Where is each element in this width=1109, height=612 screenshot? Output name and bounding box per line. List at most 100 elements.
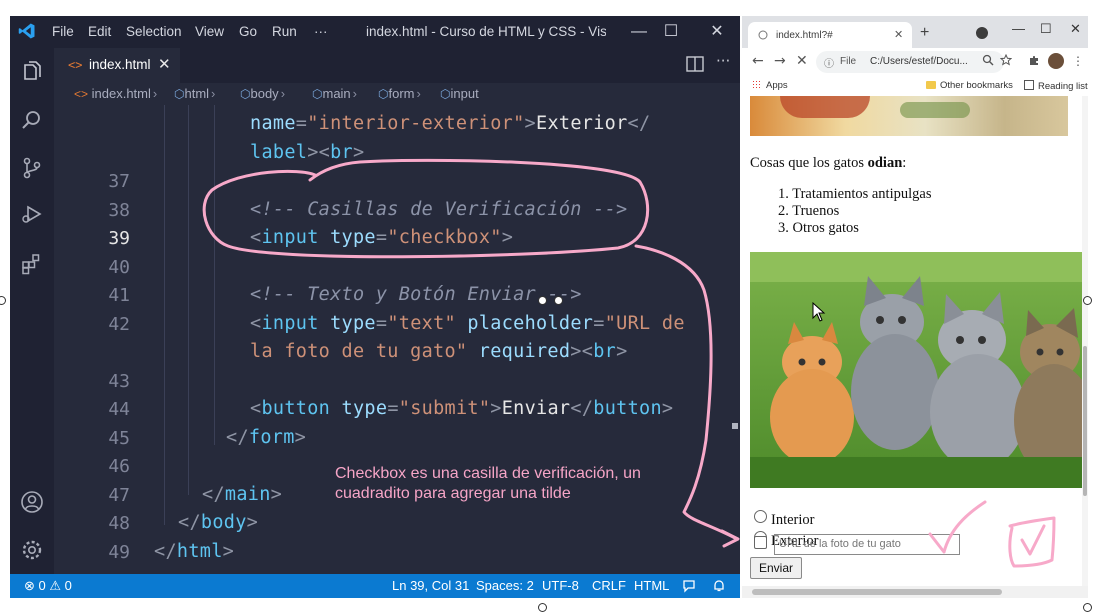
tab-index-html[interactable]: <> index.html ✕ [54,48,180,83]
code-token: = [387,398,399,419]
code-token: > [222,540,235,562]
bookmark-star-icon[interactable] [1000,54,1012,66]
resize-handle[interactable] [1083,603,1092,612]
browser-menu-icon[interactable]: ⋮ [1072,54,1084,68]
breadcrumb: <> index.html › ⬡html › ⬡body › ⬡main › ⬡for… [54,83,740,105]
browser-maximize-button[interactable]: ☐ [1040,21,1052,37]
annotation-note: Checkbox es una casilla de verificación,… [335,465,641,502]
back-button[interactable]: ← [752,53,764,69]
site-info-icon[interactable]: ⓘ [824,55,834,70]
encoding-status[interactable]: UTF-8 [542,578,579,593]
address-bar[interactable]: ⓘ File C:/Users/estef/Docu... [816,51,1004,73]
other-bookmarks[interactable]: Other bookmarks [926,80,1013,91]
minimize-button[interactable]: — [624,19,654,45]
list-item: 3. Otros gatos [778,220,859,236]
resize-handle[interactable] [538,603,547,612]
hate-bold: odian [867,155,903,171]
indentation-status[interactable]: Spaces: 2 [476,578,534,593]
reading-list[interactable]: Reading list [1024,80,1088,92]
code-token: = [375,312,388,334]
breadcrumb-main[interactable]: ⬡main › [312,86,359,101]
submit-button[interactable]: Enviar [750,557,802,579]
menu-edit[interactable]: Edit [88,24,111,39]
eol-status[interactable]: CRLF [592,578,626,593]
element-icon: ⬡ [240,87,251,101]
menu-go[interactable]: Go [239,24,257,39]
breadcrumb-html[interactable]: ⬡html › [174,86,217,101]
code-token: > [307,141,319,163]
tab-close-icon[interactable]: ✕ [158,55,171,73]
radio-interior-row[interactable]: Interior [754,510,814,529]
code-token: > [661,398,674,419]
stop-loading-button[interactable]: ✕ [796,53,808,69]
breadcrumb-input[interactable]: ⬡input [440,86,479,101]
forward-button[interactable]: → [774,53,786,69]
code-token: type [330,227,376,248]
browser-tab[interactable]: index.html?# ✕ [748,22,912,48]
checkbox[interactable] [754,536,767,549]
code-token: > [616,341,628,362]
web-page-content: Cosas que los gatos odian: 1. Tratamient… [742,96,1082,586]
line-number: 41 [108,285,130,306]
notifications-bell-icon[interactable] [712,579,726,593]
breadcrumb-body[interactable]: ⬡body › [240,86,287,101]
resize-handle[interactable] [1083,296,1092,305]
problems-indicator[interactable]: ⊗ 0 ⚠ 0 [24,578,72,594]
apps-bookmark[interactable]: Apps [752,80,788,91]
line-number: 37 [108,171,130,192]
search-icon[interactable] [20,108,44,132]
line-number: 47 [108,484,130,506]
manage-gear-icon[interactable] [20,538,44,562]
resize-handle[interactable] [0,296,6,305]
bookmarks-bar: Apps Other bookmarks Reading list [742,76,1088,97]
browser-minimize-button[interactable]: — [1012,21,1025,36]
run-debug-icon[interactable] [20,202,44,226]
browser-close-button[interactable]: ✕ [1070,21,1081,37]
indent-guide [214,105,215,445]
element-icon: ⬡ [312,87,323,101]
accounts-icon[interactable] [20,490,44,514]
indent-guide [188,105,189,495]
explorer-icon[interactable] [20,60,44,84]
close-window-button[interactable]: ✕ [702,19,732,45]
editor-scrollbar[interactable] [732,423,738,429]
code-token: placeholder [467,312,594,334]
code-token: main [224,483,271,505]
menu-view[interactable]: View [195,24,224,39]
feedback-icon[interactable] [682,579,696,593]
code-token: </ [226,426,249,448]
menu-selection[interactable]: Selection [126,24,182,39]
new-tab-button[interactable]: + [920,24,929,42]
page-vertical-scrollbar[interactable] [1082,96,1088,586]
maximize-button[interactable]: ☐ [656,19,686,45]
more-actions-icon[interactable]: ··· [716,52,730,70]
zoom-icon[interactable] [982,54,994,66]
language-mode[interactable]: HTML [634,578,669,593]
split-editor-icon[interactable] [686,56,704,72]
radio-interior[interactable] [754,510,767,523]
menu-run[interactable]: Run [272,24,297,39]
page-horizontal-scrollbar[interactable] [742,586,1088,598]
browser-tab-close-icon[interactable]: ✕ [894,28,903,41]
menu-file[interactable]: File [52,24,74,39]
code-token: "URL de [604,312,685,334]
code-token: < [250,398,262,419]
profile-avatar[interactable] [1048,53,1064,69]
cursor-position[interactable]: Ln 39, Col 31 [392,578,469,593]
menu-more[interactable]: ··· [314,24,328,39]
source-control-icon[interactable] [20,156,44,180]
extensions-puzzle-icon[interactable] [1028,54,1040,66]
code-token: name [250,113,296,134]
cat-photo-url-input[interactable]: URL de la foto de tu gato [774,534,960,555]
code-token: la foto de tu gato" [250,341,468,362]
breadcrumb-file[interactable]: <> index.html › [74,86,159,101]
resize-handle[interactable] [538,296,547,305]
element-icon: ⬡ [378,87,389,101]
code-token: </ [570,398,594,419]
extensions-icon[interactable] [20,252,44,276]
address-scheme: File [840,56,857,67]
breadcrumb-form[interactable]: ⬡form › [378,86,423,101]
code-line: label><br> [250,142,364,163]
resize-handle[interactable] [554,296,563,305]
